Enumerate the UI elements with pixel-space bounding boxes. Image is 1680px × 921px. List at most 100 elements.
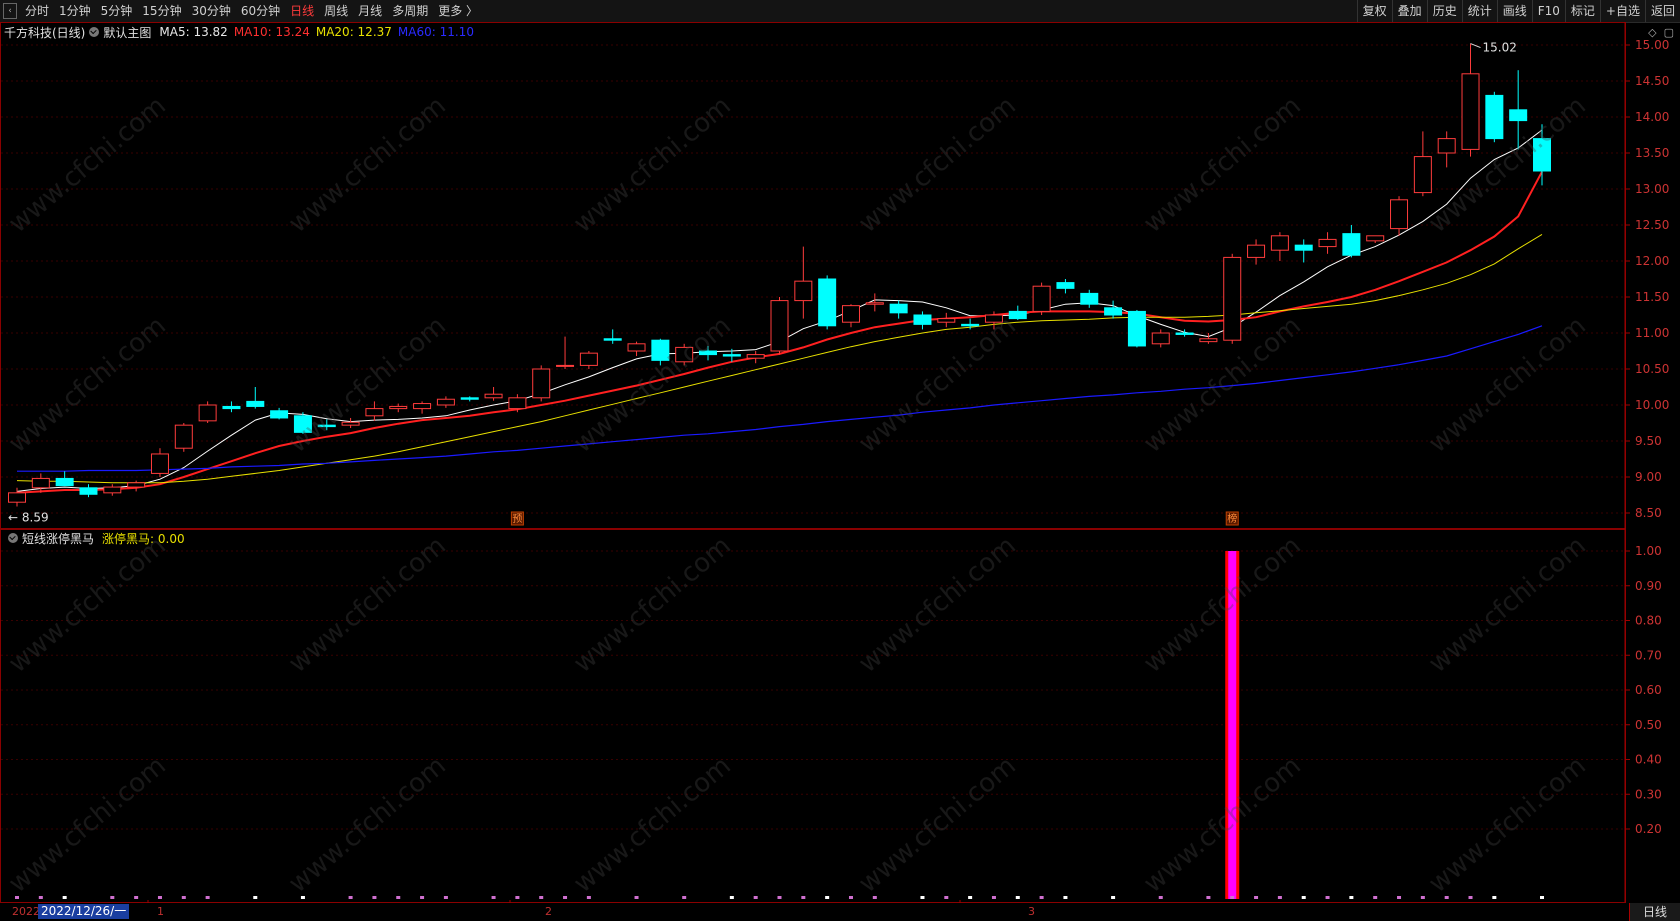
tab-period-1min[interactable]: 1分钟 <box>54 0 96 22</box>
candle-body <box>1318 238 1337 248</box>
history-button[interactable]: 历史 <box>1426 0 1462 22</box>
candle-body <box>1461 73 1480 150</box>
candle-body <box>1104 307 1123 316</box>
signal-baseline-dot <box>1039 896 1044 899</box>
sidebar-toggle-icon[interactable]: ‹ <box>3 3 17 19</box>
indicator-dropdown-icon[interactable] <box>8 533 18 543</box>
candle-body <box>270 410 289 419</box>
tab-period-monthly[interactable]: 月线 <box>353 0 387 22</box>
tab-period-multi[interactable]: 多周期 <box>387 0 433 22</box>
time-axis-bar: 2022 2022/12/26/一 1 2 3 日线 <box>0 903 1680 921</box>
signal-baseline-dot <box>1015 896 1020 899</box>
signal-baseline-dot <box>1373 896 1378 899</box>
signal-baseline-dot <box>1397 896 1402 899</box>
candle-body <box>961 323 980 327</box>
candle-body <box>770 300 789 352</box>
signal-baseline-dot <box>348 896 353 899</box>
signal-tick-label: 0.90 <box>1635 579 1662 593</box>
signal-baseline-dot <box>1206 896 1211 899</box>
candle-body <box>413 403 432 410</box>
year-label: 2022 <box>12 905 40 918</box>
tab-period-intraday[interactable]: 分时 <box>20 0 54 22</box>
signal-baseline-dot <box>396 896 401 899</box>
signal-baseline-dot <box>443 896 448 899</box>
tab-period-60min[interactable]: 60分钟 <box>236 0 285 22</box>
price-tick-label: 10.50 <box>1635 362 1669 376</box>
signal-baseline-dot <box>1158 896 1163 899</box>
candle-body <box>984 314 1003 323</box>
mark-button[interactable]: 标记 <box>1564 0 1600 22</box>
signal-baseline-dot <box>253 896 258 899</box>
price-tick-label: 15.00 <box>1635 38 1669 52</box>
candle-body <box>1199 338 1218 343</box>
signal-baseline-dot <box>1444 896 1449 899</box>
signal-tick-label: 0.60 <box>1635 683 1662 697</box>
candle-body <box>1413 156 1432 194</box>
candle-body <box>1390 199 1409 230</box>
candle-body <box>627 343 646 352</box>
signal-baseline-dot <box>920 896 925 899</box>
high-marker-line <box>1470 43 1481 49</box>
candle-body <box>460 397 479 400</box>
tab-period-daily[interactable]: 日线 <box>285 0 319 22</box>
signal-baseline-dot <box>753 896 758 899</box>
diamond-icon[interactable]: ◇ <box>1648 26 1656 39</box>
signal-tick-label: 0.30 <box>1635 787 1662 801</box>
signal-baseline-dot <box>968 896 973 899</box>
price-tick-label: 13.50 <box>1635 146 1669 160</box>
candle-body <box>603 338 622 341</box>
tab-period-weekly[interactable]: 周线 <box>319 0 353 22</box>
draw-line-button[interactable]: 画线 <box>1496 0 1532 22</box>
period-indicator[interactable]: 日线 <box>1629 903 1680 921</box>
signal-baseline-dot <box>1540 896 1544 899</box>
tab-period-15min[interactable]: 15分钟 <box>137 0 186 22</box>
cursor-date-label: 2022/12/26/一 <box>38 904 130 919</box>
ma5-value: MA5: 13.82 <box>159 25 228 39</box>
candle-body <box>1008 310 1027 320</box>
candle-body <box>1247 244 1266 258</box>
candle-body <box>1533 138 1551 172</box>
tab-period-5min[interactable]: 5分钟 <box>96 0 138 22</box>
month-label: 3 <box>1028 905 1035 918</box>
candle-body <box>317 424 336 428</box>
signal-baseline-dot <box>991 896 996 899</box>
ma60-value: MA60: 11.10 <box>397 25 474 39</box>
candle-body <box>1437 138 1456 154</box>
signal-baseline-dot <box>491 896 496 899</box>
candle-body <box>79 487 98 495</box>
f10-button[interactable]: F10 <box>1531 0 1565 22</box>
signal-baseline-dot <box>1254 896 1259 899</box>
price-tick-label: 13.00 <box>1635 182 1669 196</box>
overlay-button[interactable]: 叠加 <box>1391 0 1427 22</box>
tab-period-30min[interactable]: 30分钟 <box>187 0 236 22</box>
candle-body <box>436 398 455 406</box>
signal-baseline-dot <box>515 896 520 899</box>
signal-baseline-dot <box>1492 896 1497 899</box>
adjust-button[interactable]: 复权 <box>1356 0 1392 22</box>
template-dropdown-icon[interactable] <box>89 27 100 37</box>
candle-body <box>508 397 527 410</box>
chart-area[interactable]: 15.00 14.50 14.00 13.50 13.00 12.50 12.00 11.50… <box>0 22 1680 903</box>
signal-tick-label: 0.70 <box>1635 648 1662 662</box>
indicator-name[interactable]: 短线涨停黑马 <box>22 530 94 547</box>
signal-baseline-dot <box>1277 896 1282 899</box>
chart-corner-icons: ◇ ▢ <box>1648 26 1674 39</box>
candle-body <box>556 364 575 367</box>
statistics-button[interactable]: 统计 <box>1461 0 1497 22</box>
price-tick-label: 8.50 <box>1635 506 1662 520</box>
window-icon[interactable]: ▢ <box>1664 26 1674 39</box>
signal-baseline-dot <box>872 896 877 899</box>
tab-period-more[interactable]: 更多 〉 <box>433 0 483 22</box>
candle-body <box>675 346 694 363</box>
price-tick-label: 12.00 <box>1635 254 1669 268</box>
month-label: 2 <box>545 905 552 918</box>
stock-title[interactable]: 千方科技(日线) <box>4 24 85 41</box>
template-name[interactable]: 默认主图 <box>103 24 151 41</box>
candle-body <box>841 305 860 323</box>
candle-body <box>1270 235 1289 251</box>
ma20-value: MA20: 12.37 <box>315 25 392 39</box>
signal-tick-label: 0.40 <box>1635 753 1662 767</box>
add-watchlist-button[interactable]: +自选 <box>1599 0 1645 22</box>
return-button[interactable]: 返回 <box>1644 0 1680 22</box>
candle-body <box>389 405 408 410</box>
